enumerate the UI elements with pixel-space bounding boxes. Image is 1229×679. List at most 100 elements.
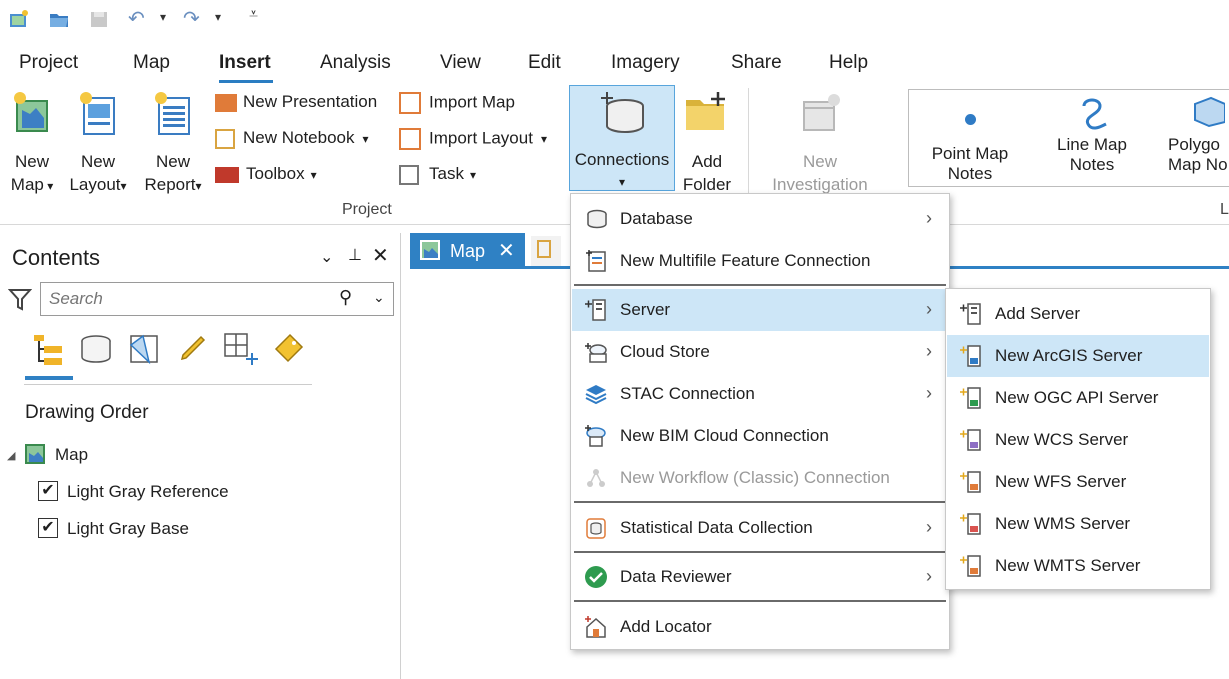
- tab-view[interactable]: View: [440, 52, 481, 74]
- menu-item-statistical-data-collection[interactable]: Statistical Data Collection ›: [572, 507, 948, 549]
- list-by-drawing-order-icon[interactable]: [28, 333, 66, 367]
- menu-item-add-locator[interactable]: Add Locator: [572, 606, 948, 648]
- new-map-button[interactable]: New Map ▾: [6, 90, 58, 198]
- new-layout-label-1: New: [80, 152, 115, 171]
- close-pane-icon[interactable]: ✕: [372, 243, 389, 268]
- map-view-tab[interactable]: Map ✕: [410, 233, 525, 267]
- pin-icon[interactable]: ⊥: [348, 245, 362, 265]
- menu-item-new-wfs-server[interactable]: New WFS Server: [947, 461, 1209, 503]
- new-map-label-1: New: [14, 152, 49, 171]
- polygon-map-notes-button[interactable]: Polygo Map No: [1161, 90, 1229, 175]
- save-project-icon[interactable]: [88, 8, 110, 30]
- tab-analysis[interactable]: Analysis: [320, 52, 391, 74]
- undo-icon[interactable]: ↶: [128, 6, 145, 31]
- new-layout-label-2: Layout: [69, 175, 121, 194]
- menu-item-label: STAC Connection: [620, 384, 755, 403]
- task-icon: [399, 164, 419, 185]
- menu-separator: [574, 501, 946, 503]
- polygon-map-notes-label-1: Polygo: [1168, 135, 1220, 154]
- tab-edit[interactable]: Edit: [528, 52, 561, 74]
- map-layer-name[interactable]: Map: [55, 445, 88, 465]
- toolbox-button[interactable]: Toolbox ▾: [215, 164, 317, 184]
- layer-visibility-checkbox[interactable]: ✔: [38, 518, 58, 538]
- investigation-icon: [803, 94, 840, 131]
- tab-project[interactable]: Project: [19, 52, 78, 74]
- menu-item-cloud-store[interactable]: Cloud Store ›: [572, 331, 948, 373]
- layer-name[interactable]: Light Gray Reference: [67, 482, 229, 502]
- tab-imagery[interactable]: Imagery: [611, 52, 680, 74]
- active-tab-indicator: [219, 80, 273, 83]
- connections-button[interactable]: Connections ▾: [569, 85, 675, 191]
- contents-title: Contents: [12, 245, 101, 270]
- menu-separator: [574, 600, 946, 602]
- menu-item-database[interactable]: Database ›: [572, 198, 948, 240]
- point-map-notes-button[interactable]: Point Map Notes: [921, 90, 1019, 184]
- layout-view-icon: [537, 240, 551, 258]
- task-button[interactable]: Task ▾: [399, 164, 476, 185]
- view-tabs-divider: [24, 384, 312, 385]
- tab-share[interactable]: Share: [731, 52, 782, 74]
- import-map-button[interactable]: Import Map: [399, 92, 515, 114]
- list-by-editing-icon[interactable]: [176, 333, 208, 365]
- locator-icon: [585, 616, 606, 638]
- new-project-icon[interactable]: [8, 8, 30, 30]
- redo-icon[interactable]: ↷: [183, 6, 200, 31]
- redo-dropdown-icon[interactable]: ▾: [215, 10, 221, 24]
- tab-help[interactable]: Help: [829, 52, 868, 74]
- add-folder-label-1: Add: [691, 152, 723, 171]
- list-by-labeling-icon[interactable]: [270, 331, 306, 367]
- menu-item-server[interactable]: Server ›: [572, 289, 948, 331]
- line-map-notes-button[interactable]: Line Map Notes: [1043, 90, 1141, 175]
- connections-label: Connections: [574, 150, 670, 169]
- map-notes-gallery: Point Map Notes Line Map Notes Polygo Ma…: [908, 89, 1229, 187]
- new-investigation-button: New Investigation: [764, 90, 876, 196]
- menu-item-label: New BIM Cloud Connection: [620, 426, 829, 445]
- server-icon: [585, 299, 606, 321]
- menu-item-add-server[interactable]: Add Server: [947, 293, 1209, 335]
- search-input[interactable]: [47, 287, 331, 311]
- menu-item-new-wmts-server[interactable]: New WMTS Server: [947, 545, 1209, 587]
- undo-dropdown-icon[interactable]: ▾: [160, 10, 166, 24]
- list-by-source-icon[interactable]: [80, 333, 112, 365]
- add-server-icon: [960, 303, 981, 325]
- search-field[interactable]: ⚲ ⌄: [40, 282, 394, 316]
- menu-item-label: New WCS Server: [995, 430, 1129, 449]
- customize-toolbar-icon[interactable]: ⩡: [249, 6, 258, 24]
- close-tab-icon[interactable]: ✕: [498, 238, 515, 263]
- new-presentation-label: New Presentation: [243, 92, 378, 111]
- menu-item-new-multifile-feature-connection[interactable]: New Multifile Feature Connection: [572, 240, 948, 282]
- import-layout-button[interactable]: Import Layout ▾: [399, 128, 547, 150]
- add-folder-button[interactable]: Add Folder: [680, 90, 734, 196]
- new-presentation-button[interactable]: New Presentation: [215, 92, 377, 112]
- new-notebook-button[interactable]: New Notebook ▾: [215, 128, 369, 149]
- list-by-selection-icon[interactable]: [128, 333, 160, 365]
- menu-item-label: New WFS Server: [995, 472, 1127, 491]
- wfs-server-icon: [960, 471, 981, 493]
- menu-item-data-reviewer[interactable]: Data Reviewer ›: [572, 556, 948, 598]
- menu-item-new-wms-server[interactable]: New WMS Server: [947, 503, 1209, 545]
- presentation-icon: [215, 93, 237, 112]
- menu-item-new-arcgis-server[interactable]: New ArcGIS Server: [947, 335, 1209, 377]
- menu-item-label: New WMS Server: [995, 514, 1131, 533]
- tab-insert[interactable]: Insert: [219, 52, 271, 74]
- layout-view-tab[interactable]: [531, 236, 561, 266]
- submenu-arrow-icon: ›: [926, 299, 932, 319]
- menu-item-new-wcs-server[interactable]: New WCS Server: [947, 419, 1209, 461]
- list-by-snapping-icon[interactable]: [222, 331, 260, 367]
- menu-item-new-bim-cloud-connection[interactable]: New BIM Cloud Connection: [572, 415, 948, 457]
- menu-item-stac-connection[interactable]: STAC Connection ›: [572, 373, 948, 415]
- open-project-icon[interactable]: [48, 8, 70, 30]
- layer-visibility-checkbox[interactable]: ✔: [38, 481, 58, 501]
- menu-item-new-ogc-api-server[interactable]: New OGC API Server: [947, 377, 1209, 419]
- filter-icon[interactable]: [8, 287, 32, 313]
- pane-options-icon[interactable]: ⌄: [320, 247, 333, 267]
- menu-item-label: Statistical Data Collection: [620, 518, 813, 537]
- tab-map[interactable]: Map: [133, 52, 170, 74]
- wms-server-icon: [960, 513, 981, 535]
- search-icon[interactable]: ⚲: [339, 287, 352, 308]
- map-expand-icon[interactable]: ◢: [7, 449, 15, 462]
- layer-name[interactable]: Light Gray Base: [67, 519, 189, 539]
- new-layout-button[interactable]: New Layout▾: [64, 90, 132, 198]
- search-options-chevron-icon[interactable]: ⌄: [373, 289, 385, 306]
- new-report-button[interactable]: New Report▾: [139, 90, 207, 198]
